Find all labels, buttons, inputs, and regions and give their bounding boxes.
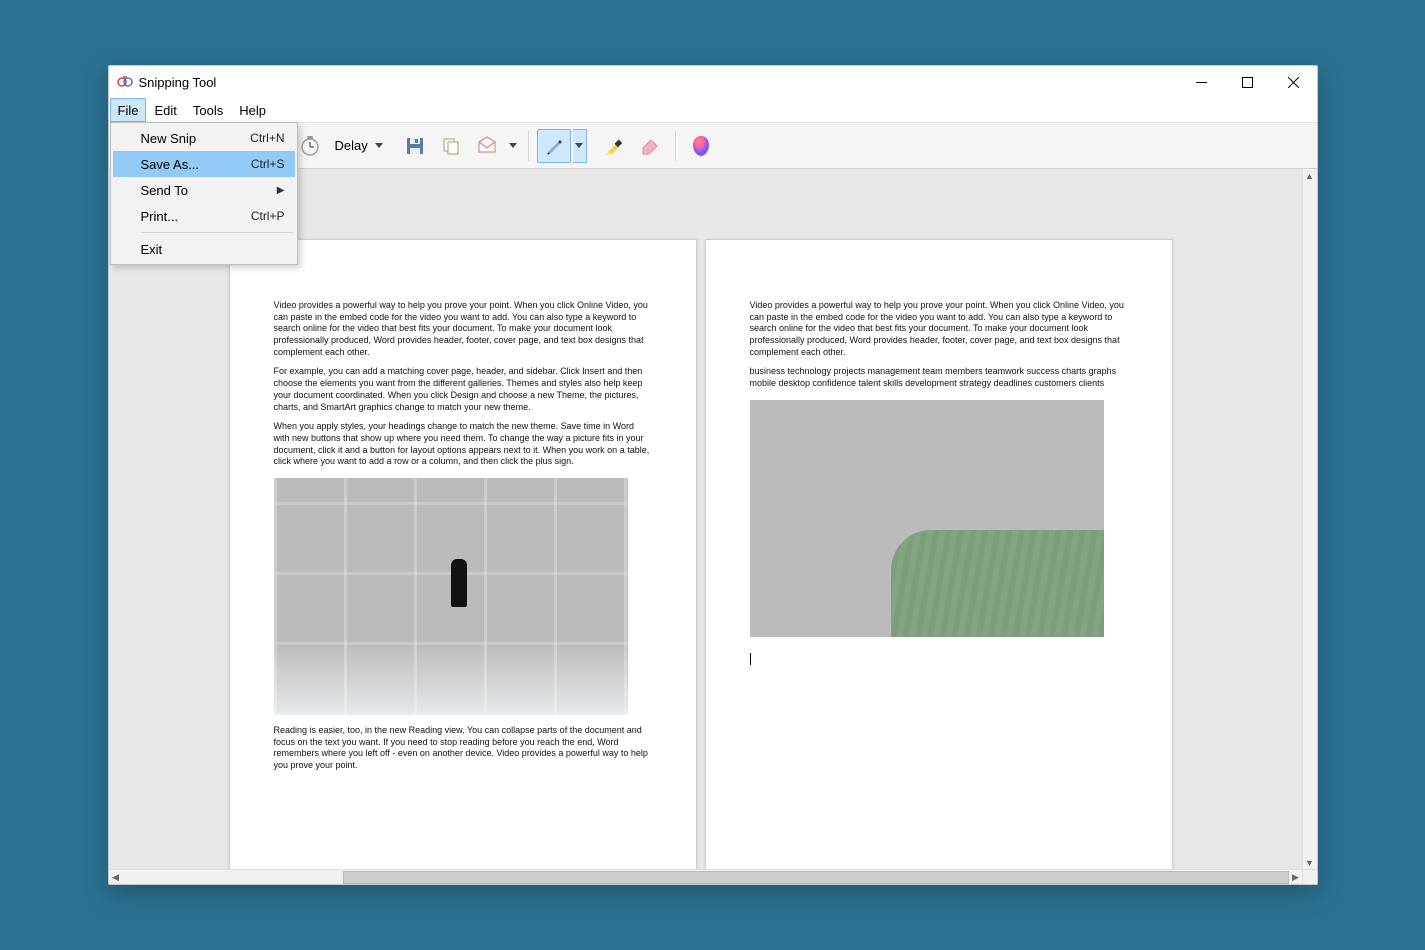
pen-tool-dropdown[interactable]: [573, 129, 587, 163]
eraser-tool-button[interactable]: [633, 129, 667, 163]
scroll-left-arrow-icon[interactable]: ◀: [109, 870, 123, 884]
menu-help[interactable]: Help: [231, 98, 274, 122]
send-mail-dropdown[interactable]: [506, 129, 520, 163]
scrollbar-corner: [1302, 869, 1317, 884]
menu-bar: File Edit Tools Help: [109, 98, 1317, 122]
menu-item-shortcut: Ctrl+N: [250, 131, 284, 145]
copy-button[interactable]: [434, 129, 468, 163]
submenu-arrow-icon: ▶: [277, 185, 285, 196]
horizontal-scrollbar[interactable]: ◀ ▶: [109, 869, 1303, 884]
capture-area: Video provides a powerful way to help yo…: [109, 169, 1317, 884]
window-controls: [1179, 66, 1317, 98]
toolbar-separator: [528, 131, 529, 161]
scroll-up-arrow-icon[interactable]: ▲: [1303, 169, 1317, 183]
minimize-button[interactable]: [1179, 66, 1225, 98]
delay-dropdown[interactable]: [372, 129, 386, 163]
paragraph: Reading is easier, too, in the new Readi…: [274, 725, 652, 772]
menu-separator: [141, 232, 293, 233]
menu-item-label: New Snip: [141, 131, 197, 146]
menu-edit[interactable]: Edit: [146, 98, 184, 122]
paragraph: business technology projects management …: [750, 366, 1128, 389]
captured-document: Video provides a powerful way to help yo…: [109, 169, 1303, 870]
flowers-image: [750, 400, 1104, 637]
paragraph: When you apply styles, your headings cha…: [274, 421, 652, 468]
document-page-2: Video provides a powerful way to help yo…: [705, 239, 1173, 884]
app-icon: [117, 74, 133, 90]
file-menu-dropdown: New Snip Ctrl+N Save As... Ctrl+S Send T…: [110, 122, 298, 265]
maximize-button[interactable]: [1225, 66, 1271, 98]
text-cursor: [750, 647, 1128, 669]
highlighter-tool-button[interactable]: [597, 129, 631, 163]
horizontal-scroll-thumb[interactable]: [343, 871, 1289, 884]
menu-item-label: Send To: [141, 183, 188, 198]
menu-item-label: Exit: [141, 242, 163, 257]
paragraph: For example, you can add a matching cove…: [274, 366, 652, 413]
paragraph: Video provides a powerful way to help yo…: [274, 300, 652, 358]
save-button[interactable]: [398, 129, 432, 163]
application-window: Snipping Tool File Edit Tools Help Delay: [108, 65, 1318, 885]
close-button[interactable]: [1271, 66, 1317, 98]
delay-clock-icon[interactable]: [293, 129, 327, 163]
menu-item-exit[interactable]: Exit: [113, 236, 295, 262]
paragraph: Video provides a powerful way to help yo…: [750, 300, 1128, 358]
window-title: Snipping Tool: [139, 75, 217, 90]
menu-tools[interactable]: Tools: [185, 98, 231, 122]
paint3d-button[interactable]: [684, 129, 718, 163]
toolbar-separator: [675, 131, 676, 161]
menu-item-new-snip[interactable]: New Snip Ctrl+N: [113, 125, 295, 151]
capture-viewport[interactable]: Video provides a powerful way to help yo…: [109, 169, 1303, 870]
menu-item-shortcut: Ctrl+S: [251, 157, 285, 171]
office-image: [274, 478, 628, 715]
pen-tool-button[interactable]: [537, 129, 571, 163]
menu-file[interactable]: File: [110, 98, 147, 122]
send-mail-button[interactable]: [470, 129, 504, 163]
menu-item-save-as[interactable]: Save As... Ctrl+S: [113, 151, 295, 177]
title-bar: Snipping Tool: [109, 66, 1317, 98]
menu-item-shortcut: Ctrl+P: [251, 209, 285, 223]
document-page-1: Video provides a powerful way to help yo…: [229, 239, 697, 884]
menu-item-send-to[interactable]: Send To ▶: [113, 177, 295, 203]
scroll-down-arrow-icon[interactable]: ▼: [1303, 856, 1317, 870]
delay-label: Delay: [335, 138, 368, 153]
menu-item-label: Print...: [141, 209, 179, 224]
vertical-scrollbar[interactable]: ▲ ▼: [1302, 169, 1317, 870]
menu-item-label: Save As...: [141, 157, 200, 172]
scroll-right-arrow-icon[interactable]: ▶: [1289, 870, 1303, 884]
menu-item-print[interactable]: Print... Ctrl+P: [113, 203, 295, 229]
